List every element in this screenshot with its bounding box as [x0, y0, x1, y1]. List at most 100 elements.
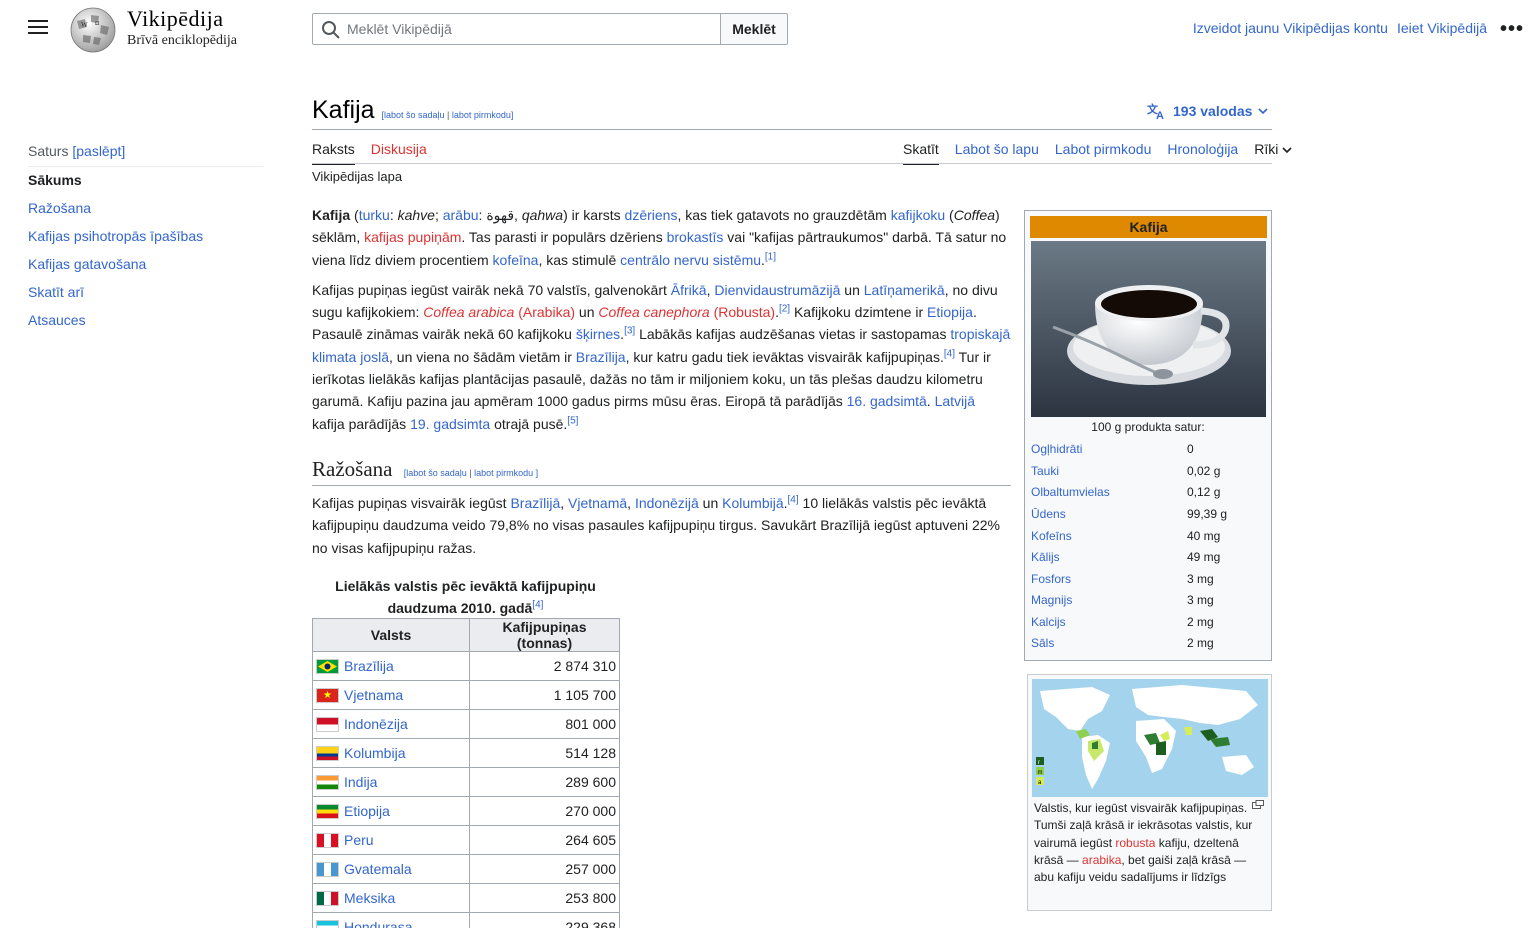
arabika-link[interactable]: arabika [1082, 853, 1121, 867]
toc-item-razosana[interactable]: Ražošana [28, 200, 91, 216]
nutrient-row: Ogļhidrāti 0 [1031, 442, 1194, 456]
edit-source-link[interactable]: labot pirmkodu ] [474, 468, 538, 478]
toc-item-sakums[interactable]: Sākums [28, 172, 82, 188]
india-flag-icon [316, 775, 339, 791]
amount-cell: 253 800 [469, 883, 620, 913]
column-header-country: Valsts [312, 618, 470, 652]
nutrient-name[interactable]: Tauki [1031, 464, 1187, 478]
country-link[interactable]: Brazīlija [344, 658, 394, 674]
edit-source-link[interactable]: labot pirmkodu] [452, 110, 514, 120]
robusta-link[interactable]: robusta [1115, 836, 1155, 850]
nutrient-name[interactable]: Magnijs [1031, 593, 1187, 607]
country-link[interactable]: Kolumbija [344, 745, 405, 761]
nutrient-name[interactable]: Sāls [1031, 636, 1187, 650]
country-cell: Etiopija [312, 796, 470, 826]
table-row: Hondurasa 229 368 [312, 912, 620, 928]
nutrient-value: 0 [1187, 442, 1194, 456]
language-button[interactable]: 文 A 193 valodas [1147, 102, 1268, 120]
tab-tools[interactable]: Rīki [1254, 141, 1292, 165]
toc-header: Saturs [paslēpt] [28, 143, 125, 159]
nutrient-name[interactable]: Fosfors [1031, 572, 1187, 586]
hamburger-menu-icon[interactable] [28, 20, 48, 36]
country-cell: ★ Vjetnama [312, 680, 470, 710]
country-cell: Indonēzija [312, 709, 470, 739]
tab-edit-source[interactable]: Labot pirmkodu [1055, 141, 1152, 165]
infobox-title: Kafija [1030, 216, 1267, 238]
edit-section-link[interactable]: [labot šo sadaļu [404, 468, 467, 478]
tab-edit[interactable]: Labot šo lapu [955, 141, 1039, 165]
tab-article[interactable]: Raksts [312, 141, 355, 165]
edit-section-link[interactable]: [labot šo sadaļu [382, 110, 445, 120]
section-edit-links: [labot šo sadaļu | labot pirmkodu ] [404, 468, 538, 478]
nutrient-row: Magnijs 3 mg [1031, 593, 1214, 607]
map-thumbnail: r m a Valstis, kur iegūst visvairāk kafi… [1027, 674, 1272, 911]
toc-item-atsauces[interactable]: Atsauces [28, 312, 86, 328]
legend-label-mixed: m [1038, 770, 1043, 776]
table-row: Brazīlija 2 874 310 [312, 651, 620, 681]
table-row: Indonēzija 801 000 [312, 709, 620, 739]
toc-hide-link[interactable]: [paslēpt] [72, 143, 125, 159]
country-cell: Indija [312, 767, 470, 797]
search-button[interactable]: Meklēt [720, 13, 788, 45]
nutrient-name[interactable]: Kofeīns [1031, 529, 1187, 543]
paragraph-3: Kafijas pupiņas visvairāk iegūst Brazīli… [312, 494, 1000, 556]
column-header-amount: Kafijpupiņas (tonnas) [469, 618, 620, 652]
coffee-cup-image[interactable] [1031, 241, 1266, 417]
country-link[interactable]: Indonēzija [344, 716, 408, 732]
table-caption-line2: daudzuma 2010. gadā [387, 600, 533, 616]
country-link[interactable]: Peru [344, 832, 374, 848]
table-row: Etiopija 270 000 [312, 796, 620, 826]
world-coffee-map-image[interactable]: r m a [1032, 679, 1268, 797]
nutrient-name[interactable]: Olbaltumvielas [1031, 485, 1187, 499]
map-caption: Valstis, kur iegūst visvairāk kafijpupiņ… [1034, 800, 1262, 886]
country-link[interactable]: Hondurasa [344, 919, 413, 928]
country-link[interactable]: Etiopija [344, 803, 390, 819]
nutrient-name[interactable]: Ogļhidrāti [1031, 442, 1187, 456]
nutrient-value: 99,39 g [1187, 507, 1228, 521]
country-link[interactable]: Indija [344, 774, 377, 790]
toc-item-psihotropas[interactable]: Kafijas psihotropās īpašības [28, 228, 203, 244]
toc-item-skatit-ari[interactable]: Skatīt arī [28, 284, 84, 300]
section-razosana-body: Kafijas pupiņas visvairāk iegūst Brazīli… [312, 492, 1011, 567]
country-cell: Gvatemala [312, 854, 470, 884]
tab-view[interactable]: Skatīt [903, 141, 939, 165]
wikipedia-globe-logo[interactable]: W Ω [67, 5, 119, 53]
chevron-down-icon [1282, 147, 1292, 154]
translate-icon: 文 A [1147, 102, 1164, 120]
search-icon [322, 21, 340, 39]
table-caption-ref[interactable]: [4] [532, 599, 543, 610]
tabs-divider [312, 163, 1272, 164]
nutrient-row: Tauki 0,02 g [1031, 464, 1220, 478]
page-title-text: Kafija [312, 96, 375, 124]
amount-cell: 514 128 [469, 738, 620, 768]
vietnam-flag-icon: ★ [316, 688, 339, 704]
nutrient-row: Olbaltumvielas 0,12 g [1031, 485, 1220, 499]
page-tagline: Vikipēdijas lapa [312, 169, 403, 184]
site-title[interactable]: Vikipēdija [127, 6, 224, 32]
toc-divider [28, 166, 263, 167]
table-row: Kolumbija 514 128 [312, 738, 620, 768]
amount-cell: 229 368 [469, 912, 620, 928]
tab-talk[interactable]: Diskusija [371, 141, 427, 165]
search-input[interactable]: Meklēt Vikipēdijā [312, 13, 721, 45]
nutrient-value: 0,12 g [1187, 485, 1221, 499]
mexico-flag-icon [316, 891, 339, 907]
country-link[interactable]: Gvatemala [344, 861, 412, 877]
ellipsis-icon[interactable]: ••• [1500, 18, 1524, 41]
create-account-link[interactable]: Izveidot jaunu Vikipēdijas kontu [1193, 20, 1388, 36]
country-link[interactable]: Meksika [344, 890, 395, 906]
login-link[interactable]: Ieiet Vikipēdijā [1397, 20, 1487, 36]
amount-cell: 264 605 [469, 825, 620, 855]
ethiopia-flag-icon [316, 804, 339, 820]
table-row: Peru 264 605 [312, 825, 620, 855]
toc-item-gatavosana[interactable]: Kafijas gatavošana [28, 256, 146, 272]
tab-history[interactable]: Hronoloģija [1167, 141, 1238, 165]
nutrient-row: Kālijs 49 mg [1031, 550, 1220, 564]
country-link[interactable]: Vjetnama [344, 687, 403, 703]
colombia-flag-icon [316, 746, 339, 762]
toc-title: Saturs [28, 143, 69, 159]
nutrient-row: Kofeīns 40 mg [1031, 529, 1220, 543]
nutrient-name[interactable]: Kālijs [1031, 550, 1187, 564]
nutrient-name[interactable]: Ūdens [1031, 507, 1187, 521]
nutrient-name[interactable]: Kalcijs [1031, 615, 1187, 629]
